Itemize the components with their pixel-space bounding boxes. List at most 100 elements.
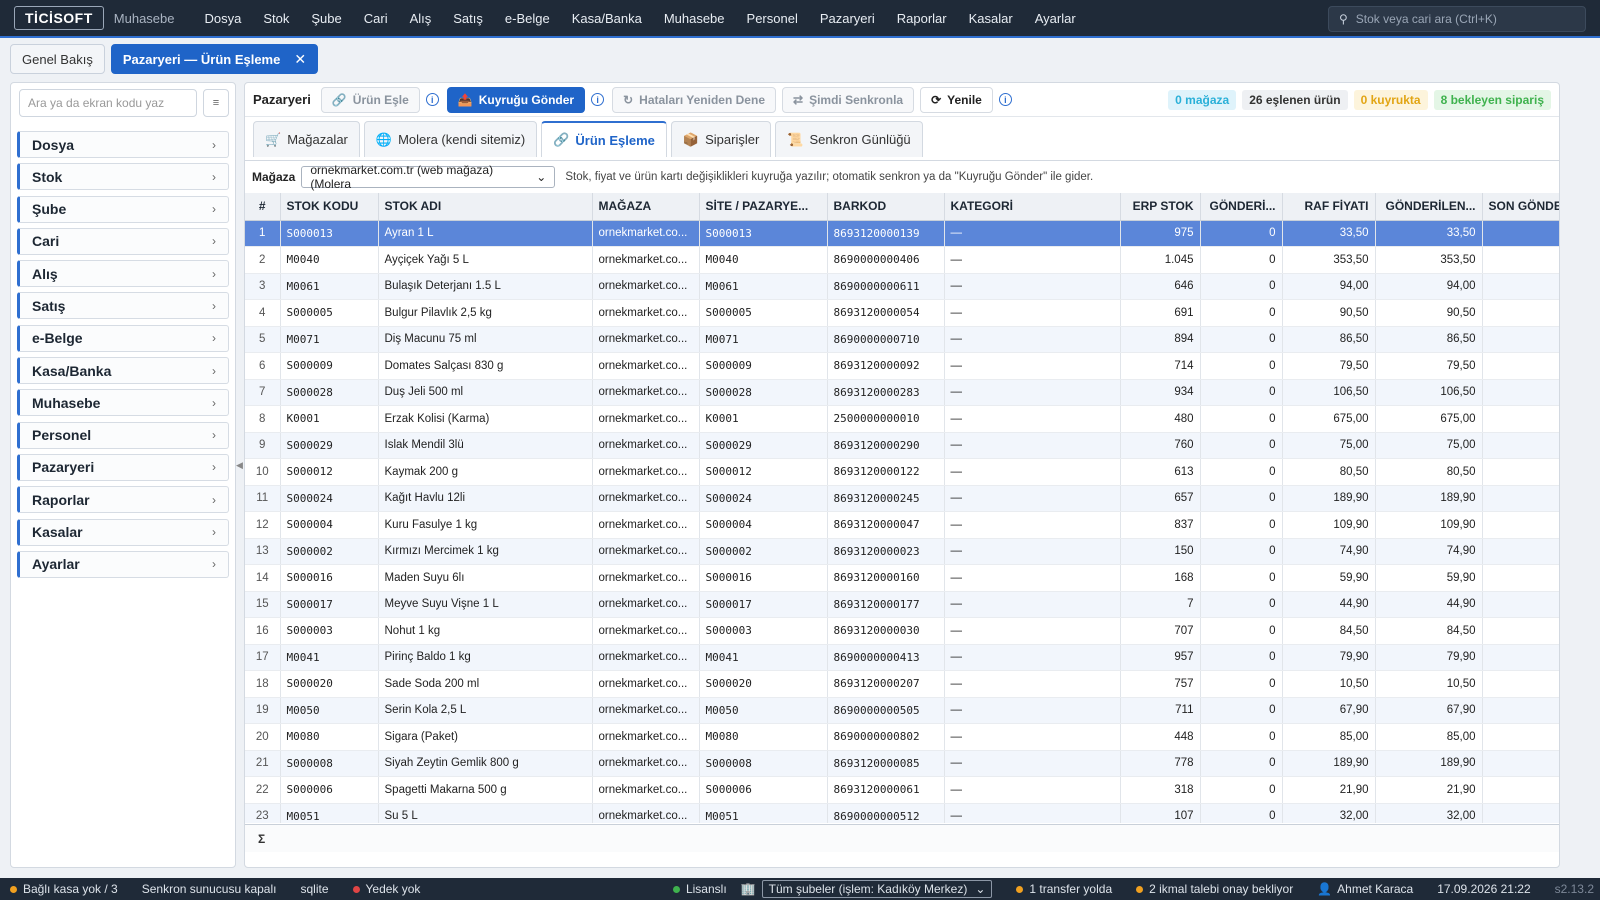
table-row[interactable]: 13 S000002 Kırmızı Mercimek 1 kg ornekmarke… xyxy=(245,538,1559,565)
table-row[interactable]: 19 M0050 Serin Kola 2,5 Lornekmarket.co...… xyxy=(245,697,1559,724)
tab-molera[interactable]: 🌐 Molera (kendi sitemiz) xyxy=(363,121,538,157)
menu-stok[interactable]: Stok xyxy=(263,11,289,26)
table-row[interactable]: 7 S000028 Duş Jeli 500 ml ornekmarket.co...… xyxy=(245,379,1559,406)
menu-kasa-banka[interactable]: Kasa/Banka xyxy=(572,11,642,26)
match-product-button[interactable]: 🔗 Ürün Eşle xyxy=(320,86,420,113)
table-row[interactable]: 21 S000008 Siyah Zeytin Gemlik 800 g ornekm… xyxy=(245,750,1559,777)
table-cell: 21,90 xyxy=(1282,776,1376,804)
sidebar-item-pazaryeri[interactable]: Pazaryeri › xyxy=(17,453,229,481)
sidebar-item-stok[interactable]: Stok › xyxy=(17,163,229,191)
table-row[interactable]: 11 S000024 Kağıt Havlu 12li ornekmarket.co.… xyxy=(245,485,1559,512)
table-row[interactable]: 14 S000016 Maden Suyu 6lı ornekmarket.co...… xyxy=(245,564,1559,592)
global-search-input[interactable]: ⚲ Stok veya cari ara (Ctrl+K) xyxy=(1328,6,1586,32)
table-row[interactable]: 1 S000013 Ayran 1 Lornekmarket.co... S00001… xyxy=(245,220,1559,247)
sidebar-item-muhasebe[interactable]: Muhasebe › xyxy=(17,389,229,417)
column-header[interactable]: SİTE / PAZARYE... xyxy=(699,193,828,221)
table-cell: 711 xyxy=(1120,697,1201,724)
menu-alis[interactable]: Alış xyxy=(410,11,432,26)
datetime-text: 17.09.2026 21:22 xyxy=(1437,882,1531,896)
table-row[interactable]: 22 S000006 Spagetti Makarna 500 g ornekmark… xyxy=(245,776,1559,804)
table-row[interactable]: 2 M0040 Ayçiçek Yağı 5 Lornekmarket.co... M… xyxy=(245,246,1559,274)
column-header[interactable]: GÖNDERİ... xyxy=(1200,193,1283,221)
column-header[interactable]: ERP STOK xyxy=(1120,193,1201,221)
tab-product-matching[interactable]: 🔗 Ürün Eşleme xyxy=(541,121,667,157)
table-row[interactable]: 23 M0051 Su 5 Lornekmarket.co... M0051 86900… xyxy=(245,803,1559,823)
chevron-right-icon: › xyxy=(212,557,216,572)
table-cell: 85,00 xyxy=(1282,723,1376,751)
menu-sube[interactable]: Şube xyxy=(311,11,341,26)
column-header[interactable]: RAF FİYATI xyxy=(1282,193,1376,221)
menu-ayarlar[interactable]: Ayarlar xyxy=(1035,11,1076,26)
table-row[interactable]: 9 S000029 Islak Mendil 3lü ornekmarket.co..… xyxy=(245,432,1559,459)
column-header[interactable]: STOK ADI xyxy=(378,193,593,221)
branch-select[interactable]: Tüm şubeler (işlem: Kadıköy Merkez) ⌄ xyxy=(761,880,993,898)
tab-stores[interactable]: 🛒 Mağazalar xyxy=(253,121,360,157)
sidebar-search-input[interactable]: Ara ya da ekran kodu yaz xyxy=(19,89,197,117)
sidebar-item-al-[interactable]: Alış › xyxy=(17,260,229,288)
table-cell: 67,90 xyxy=(1375,697,1483,724)
sidebar-item-e-belge[interactable]: e-Belge › xyxy=(17,324,229,352)
supply-status[interactable]: 2 ikmal talebi onay bekliyor xyxy=(1136,882,1293,896)
sidebar-item-cari[interactable]: Cari › xyxy=(17,227,229,255)
sidebar-item--ube[interactable]: Şube › xyxy=(17,195,229,223)
sidebar-item-raporlar[interactable]: Raporlar › xyxy=(17,486,229,514)
list-icon[interactable]: ≡ xyxy=(203,89,229,117)
menu-kasalar[interactable]: Kasalar xyxy=(969,11,1013,26)
close-icon[interactable]: ✕ xyxy=(294,51,306,68)
sidebar-item-sat-[interactable]: Satış › xyxy=(17,292,229,320)
table-row[interactable]: 5 M0071 Diş Macunu 75 ml ornekmarket.co... M… xyxy=(245,326,1559,353)
sidebar-item-kasalar[interactable]: Kasalar › xyxy=(17,518,229,546)
info-icon[interactable]: i xyxy=(425,93,439,106)
store-select[interactable]: ornekmarket.com.tr (web mağaza) (Molera … xyxy=(301,163,556,191)
table-row[interactable]: 8 K0001 Erzak Kolisi (Karma) ornekmarket.co… xyxy=(245,405,1559,433)
sidebar-item-label: Dosya xyxy=(32,136,75,153)
sidebar-item-kasa-banka[interactable]: Kasa/Banka › xyxy=(17,357,229,385)
column-header[interactable]: KATEGORİ xyxy=(944,193,1121,221)
menu-personel[interactable]: Personel xyxy=(747,11,798,26)
collapse-sidebar-icon[interactable]: ◀ xyxy=(236,460,243,471)
table-cell: S000029 xyxy=(699,432,828,459)
table-row[interactable]: 6 S000009 Domates Salçası 830 g ornekmarket… xyxy=(245,352,1559,380)
column-header[interactable]: SON GÖNDE xyxy=(1482,193,1559,221)
table-cell: 318 xyxy=(1120,776,1201,804)
tab-marketplace-matching[interactable]: Pazaryeri — Ürün Eşleme ✕ xyxy=(110,44,319,74)
table-row[interactable]: 3 M0061 Bulaşık Deterjanı 1.5 Lornekmarket… xyxy=(245,273,1559,300)
table-row[interactable]: 10 S000012 Kaymak 200 g ornekmarket.co... S0… xyxy=(245,458,1559,486)
tab-overview[interactable]: Genel Bakış xyxy=(10,44,105,74)
menu-cari[interactable]: Cari xyxy=(364,11,388,26)
table-row[interactable]: 15 S000017 Meyve Suyu Vişne 1 Lornekmarket… xyxy=(245,591,1559,618)
sidebar-item-label: Personel xyxy=(32,427,92,444)
table-row[interactable]: 12 S000004 Kuru Fasulye 1 kg ornekmarket.co… xyxy=(245,511,1559,539)
sidebar-item-personel[interactable]: Personel › xyxy=(17,421,229,449)
table-row[interactable]: 17 M0041 Pirinç Baldo 1 kg ornekmarket.co..… xyxy=(245,644,1559,671)
menu-muhasebe[interactable]: Muhasebe xyxy=(664,11,725,26)
column-header[interactable]: MAĞAZA xyxy=(592,193,700,221)
menu-pazaryeri[interactable]: Pazaryeri xyxy=(820,11,875,26)
menu-satis[interactable]: Satış xyxy=(453,11,483,26)
user-status[interactable]: 👤 Ahmet Karaca xyxy=(1317,882,1413,896)
app-logo[interactable]: TİCİSOFT xyxy=(14,6,104,30)
menu-raporlar[interactable]: Raporlar xyxy=(897,11,947,26)
sidebar-item-ayarlar[interactable]: Ayarlar › xyxy=(17,550,229,578)
column-header[interactable]: BARKOD xyxy=(827,193,945,221)
info-icon[interactable]: i xyxy=(591,93,605,106)
menu-ebelge[interactable]: e-Belge xyxy=(505,11,550,26)
info-icon[interactable]: i xyxy=(998,93,1012,106)
tab-orders[interactable]: 📦 Siparişler xyxy=(670,121,772,157)
menu-dosya[interactable]: Dosya xyxy=(205,11,242,26)
table-cell: 23 xyxy=(245,803,281,823)
retry-errors-button[interactable]: ↻ Hataları Yeniden Dene xyxy=(612,86,776,113)
table-row[interactable]: 16 S000003 Nohut 1 kg ornekmarket.co... S000… xyxy=(245,617,1559,645)
table-row[interactable]: 4 S000005 Bulgur Pilavlık 2,5 kg ornekmarke… xyxy=(245,299,1559,327)
send-queue-button[interactable]: 📤 Kuyruğu Gönder xyxy=(446,86,586,113)
sidebar-item-dosya[interactable]: Dosya › xyxy=(17,131,229,158)
column-header[interactable]: # xyxy=(245,193,281,221)
tab-sync-log[interactable]: 📜 Senkron Günlüğü xyxy=(775,121,923,157)
column-header[interactable]: GÖNDERİLEN... xyxy=(1375,193,1483,221)
column-header[interactable]: STOK KODU xyxy=(280,193,379,221)
transfer-status[interactable]: 1 transfer yolda xyxy=(1016,882,1112,896)
table-row[interactable]: 20 M0080 Sigara (Paket) ornekmarket.co... M0… xyxy=(245,723,1559,751)
table-row[interactable]: 18 S000020 Sade Soda 200 ml ornekmarket.co.… xyxy=(245,670,1559,698)
refresh-button[interactable]: ⟳ Yenile xyxy=(920,86,993,113)
sync-now-button[interactable]: ⇄ Şimdi Senkronla xyxy=(782,86,915,113)
